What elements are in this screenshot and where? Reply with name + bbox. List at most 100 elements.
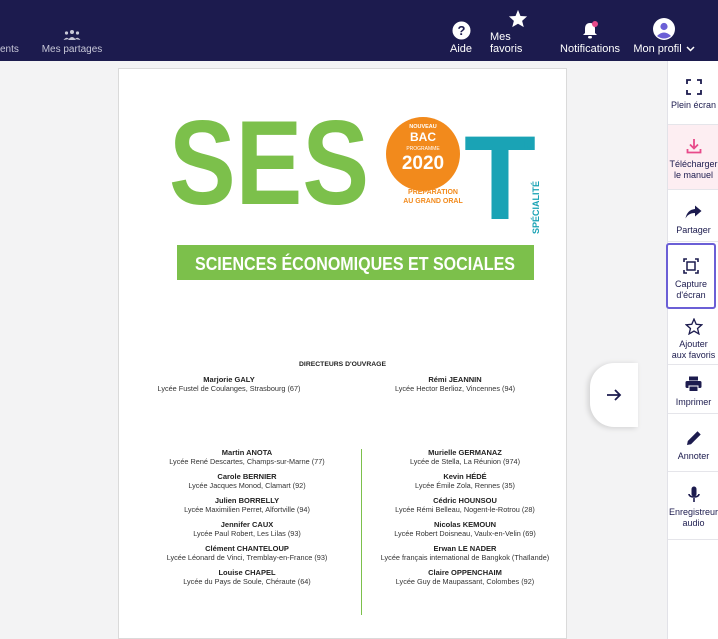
- author-entry: Martin ANOTA Lycée René Descartes, Champs…: [147, 448, 347, 466]
- author-inst: Lycée Jacques Monod, Clamart (92): [188, 481, 306, 490]
- download-manual-button[interactable]: Télécharger le manuel: [668, 125, 718, 189]
- recorder-label-line2: audio: [682, 518, 705, 528]
- specialite-label: SPÉCIALITÉ: [531, 181, 541, 234]
- favorites-label: Mes favoris: [490, 31, 523, 55]
- author-entry: Murielle GERMANAZ Lycée de Stella, La Réu…: [365, 448, 565, 466]
- microphone-icon: [687, 485, 701, 503]
- notifications-label: Notifications: [560, 43, 620, 55]
- nav-item-partial[interactable]: ents: [0, 0, 20, 61]
- badge-year: 2020: [402, 153, 444, 174]
- author-name: Erwan LE NADER: [433, 544, 497, 553]
- author-entry: Claire OPPENCHAIM Lycée Guy de Maupassant…: [365, 568, 565, 586]
- favorites-button[interactable]: Mes favoris: [490, 0, 546, 61]
- author-entry: Julien BORRELLY Lycée Maximilien Perret, …: [147, 496, 347, 514]
- add-favorite-button[interactable]: Ajouter aux favoris: [668, 317, 718, 361]
- director-name: Rémi JEANNIN: [428, 375, 482, 384]
- author-inst: Lycée de Stella, La Réunion (974): [409, 457, 521, 466]
- author-name: Nicolas KEMOUN: [433, 520, 497, 529]
- sidebar-divider: [668, 471, 718, 472]
- share-button[interactable]: Partager: [668, 203, 718, 236]
- annotate-button[interactable]: Annoter: [668, 429, 718, 462]
- author-inst: Lycée Robert Doisneau, Vaulx-en-Velin (6…: [394, 529, 536, 538]
- bell-icon: [580, 21, 600, 40]
- chevron-down-icon: [686, 46, 695, 52]
- add-favorite-line1: Ajouter: [679, 339, 708, 349]
- author-inst: Lycée Maximilien Perret, Alfortville (94…: [184, 505, 310, 514]
- nav-item-shares[interactable]: Mes partages: [40, 0, 104, 61]
- help-label: Aide: [449, 43, 473, 55]
- fullscreen-icon: [685, 78, 702, 96]
- author-name: Clément CHANTELOUP: [205, 544, 289, 553]
- fullscreen-button[interactable]: Plein écran: [668, 78, 718, 111]
- profile-button[interactable]: Mon profil: [633, 0, 695, 61]
- logo-ses: SES: [169, 96, 369, 230]
- share-label: Partager: [676, 225, 711, 235]
- recorder-label-line1: Enregistreur: [668, 507, 718, 517]
- annotate-label: Annoter: [677, 451, 710, 461]
- sidebar-divider: [668, 364, 718, 365]
- download-label-line2: le manuel: [673, 170, 714, 180]
- prep-line1: PRÉPARATION: [408, 187, 458, 196]
- top-bar: ents Mes partages ? Aide Mes favoris Not…: [0, 0, 718, 61]
- arrow-right-icon: [606, 388, 622, 402]
- badge-bac: BAC: [410, 130, 436, 144]
- audio-recorder-button[interactable]: Enregistreur audio: [668, 485, 718, 529]
- author-entry: Louise CHAPEL Lycée du Pays de Soule, Ché…: [147, 568, 347, 586]
- next-page-button[interactable]: [590, 363, 638, 427]
- screen-capture-button[interactable]: Capture d'écran: [666, 243, 716, 309]
- director-name: Marjorie GALY: [203, 375, 255, 384]
- author-inst: Lycée français international de Bangkok …: [380, 553, 550, 562]
- director-right: Rémi JEANNIN Lycée Hector Berlioz, Vince…: [365, 375, 545, 399]
- help-icon: ?: [452, 21, 471, 40]
- authors-right-column: Murielle GERMANAZ Lycée de Stella, La Réu…: [365, 448, 565, 592]
- sidebar-divider: [668, 413, 718, 414]
- notifications-button[interactable]: Notifications: [560, 0, 620, 61]
- author-inst: Lycée Léonard de Vinci, Tremblay-en-Fran…: [166, 553, 328, 562]
- capture-label-line1: Capture: [674, 279, 708, 289]
- author-inst: Lycée Paul Robert, Les Lilas (93): [193, 529, 301, 538]
- author-name: Murielle GERMANAZ: [428, 448, 502, 457]
- director-inst: Lycée Fustel de Coulanges, Strasbourg (6…: [157, 384, 301, 393]
- capture-label-line2: d'écran: [676, 290, 706, 300]
- author-name: Cédric HOUNSOU: [433, 496, 497, 505]
- download-label-line1: Télécharger: [669, 159, 718, 169]
- nav-item-partial-label: ents: [0, 44, 19, 55]
- author-entry: Clément CHANTELOUP Lycée Léonard de Vinci…: [147, 544, 347, 562]
- author-name: Louise CHAPEL: [218, 568, 276, 577]
- author-entry: Cédric HOUNSOU Lycée Rémi Belleau, Nogent…: [365, 496, 565, 514]
- print-label: Imprimer: [675, 397, 712, 407]
- author-inst: Lycée Rémi Belleau, Nogent-le-Rotrou (28…: [395, 505, 535, 514]
- author-entry: Jennifer CAUX Lycée Paul Robert, Les Lila…: [147, 520, 347, 538]
- author-inst: Lycée Guy de Maupassant, Colombes (92): [395, 577, 535, 586]
- author-entry: Carole BERNIER Lycée Jacques Monod, Clama…: [147, 472, 347, 490]
- author-name: Martin ANOTA: [221, 448, 273, 457]
- print-button[interactable]: Imprimer: [668, 375, 718, 408]
- author-entry: Kevin HÉDÉ Lycée Émile Zola, Rennes (35): [365, 472, 565, 490]
- directors-title: DIRECTEURS D'OUVRAGE: [299, 361, 386, 368]
- author-name: Kevin HÉDÉ: [443, 472, 487, 481]
- pencil-icon: [686, 429, 702, 447]
- printer-icon: [685, 375, 702, 393]
- book-cover-page: SES NOUVEAU BAC PROGRAMME 2020 PRÉPARATI…: [118, 68, 567, 639]
- download-icon: [686, 137, 702, 155]
- logo-t: T: [464, 111, 536, 245]
- director-left: Marjorie GALY Lycée Fustel de Coulanges,…: [139, 375, 319, 399]
- profile-label: Mon profil: [633, 43, 682, 55]
- share-arrow-icon: [685, 203, 702, 221]
- author-inst: Lycée René Descartes, Champs-sur-Marne (…: [169, 457, 325, 466]
- title-banner-text: SCIENCES ÉCONOMIQUES ET SOCIALES: [195, 253, 515, 274]
- cover-artwork: SES NOUVEAU BAC PROGRAMME 2020 PRÉPARATI…: [169, 96, 541, 280]
- logo-le: le: [524, 140, 532, 151]
- author-name: Julien BORRELLY: [214, 496, 280, 505]
- authors-left-column: Martin ANOTA Lycée René Descartes, Champs…: [147, 448, 347, 592]
- nav-item-shares-label: Mes partages: [41, 44, 103, 55]
- star-outline-icon: [684, 317, 703, 335]
- help-button[interactable]: ? Aide: [448, 0, 474, 61]
- author-name: Jennifer CAUX: [220, 520, 274, 529]
- tools-sidebar: Plein écran Télécharger le manuel Partag…: [666, 61, 718, 639]
- column-divider: [361, 449, 362, 615]
- sidebar-divider: [668, 241, 718, 242]
- sidebar-divider: [668, 539, 718, 540]
- add-favorite-line2: aux favoris: [671, 350, 716, 360]
- star-icon: [508, 9, 528, 28]
